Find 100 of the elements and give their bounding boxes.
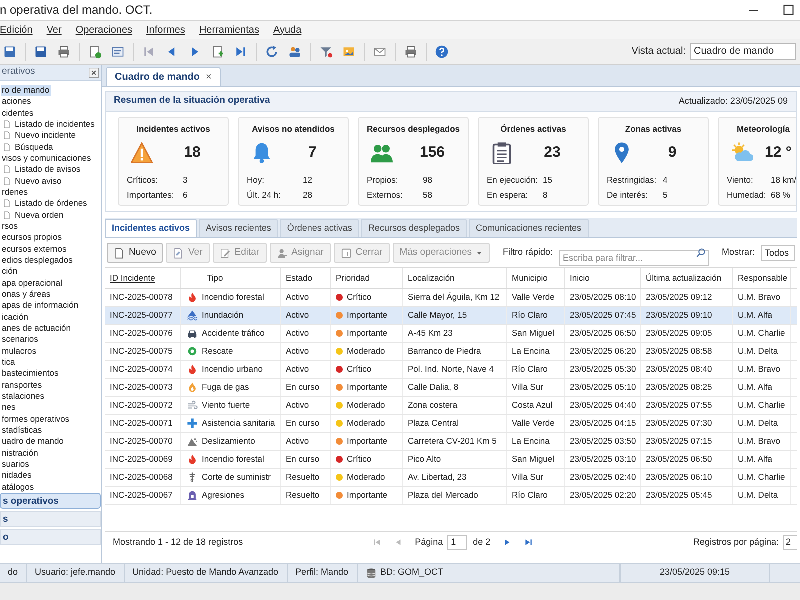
- tree-item[interactable]: mulacros: [1, 346, 38, 357]
- tree-item[interactable]: Listado de órdenes: [14, 198, 88, 210]
- section-button[interactable]: o: [0, 529, 101, 545]
- tree-item[interactable]: apas de información: [1, 300, 80, 312]
- action-button[interactable]: Nuevo: [107, 243, 164, 263]
- tree-item[interactable]: Nueva orden: [14, 210, 65, 221]
- tab[interactable]: Comunicaciones recientes: [469, 219, 589, 237]
- tree-item[interactable]: nidades: [1, 470, 33, 482]
- add-document-icon[interactable]: [88, 44, 102, 58]
- column-header[interactable]: Prioridad: [331, 268, 403, 288]
- menu-item[interactable]: Ayuda: [273, 22, 302, 38]
- column-header[interactable]: Tipo: [181, 268, 281, 288]
- save-icon[interactable]: [3, 44, 17, 58]
- tree-item[interactable]: rdenes: [1, 187, 29, 198]
- tree-item[interactable]: ro de mando: [1, 85, 51, 96]
- tree-item[interactable]: ción: [1, 266, 19, 278]
- tree-item[interactable]: formes operativos: [1, 414, 71, 425]
- image-icon[interactable]: [342, 44, 356, 58]
- form-icon[interactable]: [111, 44, 125, 58]
- tree-item[interactable]: ecursos externos: [1, 244, 68, 255]
- section-button[interactable]: s operativos: [0, 493, 101, 509]
- tree-item[interactable]: ransportes: [1, 380, 44, 391]
- add-page-icon[interactable]: [211, 44, 225, 58]
- menu-item[interactable]: Edición: [0, 22, 33, 38]
- help-icon[interactable]: [435, 44, 449, 58]
- table-row[interactable]: INC-2025-00068 Corte de suministr Resuelto Moderado Av. Libertad, 23 Villa Sur 23/05/2025 02:40 23/05/2025 06:10 U.M. Charlie: [105, 469, 797, 487]
- view-select[interactable]: Cuadro de mando: [690, 43, 796, 60]
- last-page-icon[interactable]: [524, 538, 533, 547]
- table-row[interactable]: INC-2025-00076 Accidente tráfico Activo Importante A-45 Km 23 San Miguel 23/05/2025 06:50 23/05/2025 09:05 U.M. Charlie: [105, 325, 797, 343]
- search-icon[interactable]: [696, 248, 706, 258]
- tree-item[interactable]: onas y áreas: [1, 289, 52, 300]
- column-header[interactable]: ID Incidente: [105, 268, 181, 288]
- column-header[interactable]: Inicio: [565, 268, 641, 288]
- table-cell: U.M. Charlie: [738, 471, 786, 484]
- document-tab[interactable]: Cuadro de mando ×: [106, 67, 221, 86]
- menu-item[interactable]: Informes: [146, 22, 186, 38]
- tree-item[interactable]: cidentes: [1, 108, 35, 119]
- table-row[interactable]: INC-2025-00075 Rescate Activo Moderado Barranco de Piedra La Encina 23/05/2025 06:20 23/05/2025 08:58 U.M. Delta: [105, 343, 797, 361]
- tree-item[interactable]: bastecimientos: [1, 368, 60, 380]
- page-field[interactable]: 1: [447, 535, 468, 550]
- tab[interactable]: Órdenes activas: [280, 219, 360, 237]
- column-header[interactable]: Última actualización: [641, 268, 733, 288]
- table-row[interactable]: INC-2025-00074 Incendio urbano Activo Crítico Pol. Ind. Norte, Nave 4 Río Claro 23/05/2025 05:30 23/05/2025 08:40 U.M. Bravo: [105, 361, 797, 379]
- section-button[interactable]: s: [0, 511, 101, 527]
- filter-field[interactable]: Escriba para filtrar...: [558, 250, 709, 266]
- table-row[interactable]: INC-2025-00077 Inundación Activo Importante Calle Mayor, 15 Río Claro 23/05/2025 07:45 23/05/2025 09:10 U.M. Alfa: [105, 307, 797, 325]
- tree-item[interactable]: Nuevo aviso: [14, 176, 63, 187]
- refresh-icon[interactable]: [265, 44, 279, 58]
- stat-value: 6: [183, 188, 188, 202]
- per-page-select[interactable]: 2: [783, 535, 797, 550]
- tree-item[interactable]: icación: [1, 312, 30, 323]
- column-header[interactable]: Localización: [403, 268, 507, 288]
- flame-icon: [187, 364, 198, 375]
- tree-item[interactable]: suarios: [1, 458, 30, 470]
- tree-item[interactable]: Listado de avisos: [14, 164, 82, 176]
- tree-item[interactable]: edios desplegados: [1, 255, 74, 266]
- column-header[interactable]: Estado: [281, 268, 331, 288]
- tree-item[interactable]: nistración: [1, 448, 40, 459]
- table-row[interactable]: INC-2025-00070 Deslizamiento Activo Importante Carretera CV-201 Km 5 La Encina 23/05/2025 03:50 23/05/2025 07:15 U.M. Bravo: [105, 433, 797, 451]
- tab[interactable]: Avisos recientes: [199, 219, 278, 237]
- last-icon[interactable]: [234, 44, 248, 58]
- menu-item[interactable]: Ver: [46, 22, 62, 38]
- menu-item[interactable]: Operaciones: [76, 22, 133, 38]
- tree-item[interactable]: atálogos: [1, 482, 36, 493]
- people-icon[interactable]: [288, 44, 302, 58]
- close-tab-button[interactable]: ×: [206, 70, 212, 84]
- tree-item[interactable]: nes: [1, 402, 17, 414]
- tree-item[interactable]: Búsqueda: [14, 142, 54, 153]
- tree-item[interactable]: Nuevo incidente: [14, 130, 77, 142]
- tab[interactable]: Recursos desplegados: [361, 219, 467, 237]
- tree-item[interactable]: ecursos propios: [1, 232, 64, 244]
- maximize-icon[interactable]: [782, 4, 794, 16]
- save-icon[interactable]: [34, 44, 48, 58]
- filter-icon[interactable]: [319, 44, 333, 58]
- tree-item[interactable]: stalaciones: [1, 391, 46, 402]
- close-icon[interactable]: [89, 68, 99, 78]
- tree-item[interactable]: apa operacional: [1, 278, 64, 289]
- tree-item[interactable]: uadro de mando: [1, 436, 65, 448]
- tree-item[interactable]: anes de actuación: [1, 323, 72, 334]
- tree-item[interactable]: tica: [1, 357, 16, 368]
- column-header[interactable]: Municipio: [507, 268, 565, 288]
- table-row[interactable]: INC-2025-00069 Incendio forestal En curso Crítico Pico Alto San Miguel 23/05/2025 03:10 23/05/2025 06:50 U.M. Alfa: [105, 451, 797, 469]
- table-row[interactable]: INC-2025-00072 Viento fuerte Activo Moderado Zona costera Costa Azul 23/05/2025 04:40 23/05/2025 07:55 U.M. Charlie: [105, 397, 797, 415]
- print-icon[interactable]: [57, 44, 71, 58]
- menu-item[interactable]: Herramientas: [199, 22, 260, 38]
- table-row[interactable]: INC-2025-00073 Fuga de gas En curso Importante Calle Dalia, 8 Villa Sur 23/05/2025 05:10 23/05/2025 08:25 U.M. Alfa: [105, 379, 797, 397]
- show-select[interactable]: Todos: [761, 245, 795, 261]
- table-row[interactable]: INC-2025-00067 Agresiones Resuelto Importante Plaza del Mercado Río Claro 23/05/2025 02:20 23/05/2025 05:45 U.M. Delta: [105, 487, 797, 505]
- table-row[interactable]: INC-2025-00078 Incendio forestal Activo Crítico Sierra del Águila, Km 12 Valle Verde 23/05/2025 08:10 23/05/2025 09:12 U.M. Bravo: [105, 289, 797, 307]
- table-row[interactable]: INC-2025-00071 Asistencia sanitaria En curso Moderado Plaza Central Valle Verde 23/05/2025 04:15 23/05/2025 07:30 U.M. Delta: [105, 415, 797, 433]
- tree-item[interactable]: rsos: [1, 221, 20, 232]
- print-icon[interactable]: [404, 44, 418, 58]
- next-page-icon[interactable]: [502, 538, 512, 547]
- tree-item[interactable]: Listado de incidentes: [14, 119, 96, 130]
- tree-item[interactable]: stadísticas: [1, 425, 44, 436]
- column-header[interactable]: Responsable: [733, 268, 791, 288]
- tab[interactable]: Incidentes activos: [105, 219, 198, 237]
- tree-item[interactable]: visos y comunicaciones: [1, 153, 92, 164]
- tree-item[interactable]: aciones: [1, 96, 32, 108]
- tree-item[interactable]: scenarios: [1, 334, 40, 346]
